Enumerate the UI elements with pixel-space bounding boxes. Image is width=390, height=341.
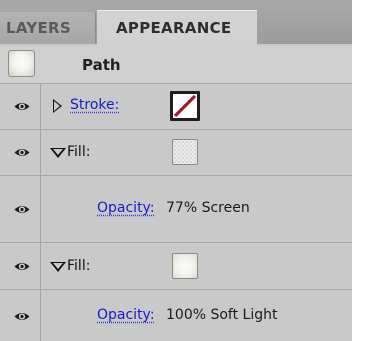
fill-row[interactable]: Fill:: [0, 243, 352, 289]
fill-label: Fill:: [67, 144, 91, 160]
opacity-row[interactable]: Opacity: 100% Soft Light: [0, 290, 352, 341]
stroke-label[interactable]: Stroke:: [70, 97, 119, 113]
eye-icon[interactable]: [14, 204, 30, 215]
opacity-value: 100% Soft Light: [166, 307, 278, 323]
visibility-cell: [0, 130, 41, 175]
eye-icon[interactable]: [14, 101, 30, 112]
eye-icon[interactable]: [14, 147, 30, 158]
object-label: Path: [82, 56, 121, 74]
opacity-row[interactable]: Opacity: 77% Screen: [0, 176, 352, 242]
opacity-value: 77% Screen: [166, 200, 250, 216]
eye-icon[interactable]: [14, 311, 30, 322]
none-slash-icon: [173, 94, 197, 118]
opacity-label[interactable]: Opacity:: [97, 307, 155, 323]
object-row[interactable]: Path: [0, 46, 352, 83]
fill-swatch[interactable]: [172, 139, 198, 165]
tab-layers[interactable]: LAYERS: [0, 12, 96, 44]
tab-appearance[interactable]: APPEARANCE: [97, 10, 257, 46]
visibility-cell: [0, 290, 41, 341]
visibility-cell: [0, 84, 41, 129]
opacity-label[interactable]: Opacity:: [97, 200, 155, 216]
fill-label: Fill:: [67, 258, 91, 274]
fill-swatch[interactable]: [172, 253, 198, 279]
visibility-cell: [0, 243, 41, 289]
eye-icon[interactable]: [14, 261, 30, 272]
fill-row[interactable]: Fill:: [0, 130, 352, 175]
stroke-none-swatch[interactable]: [170, 91, 200, 121]
visibility-cell: [0, 176, 41, 242]
object-thumbnail: [8, 50, 35, 77]
collapse-triangle-icon[interactable]: [50, 262, 66, 272]
stroke-row[interactable]: Stroke:: [0, 84, 352, 129]
collapse-triangle-icon[interactable]: [50, 148, 66, 158]
appearance-panel: LAYERS APPEARANCE Path Stroke: Fill: Opa…: [0, 0, 352, 341]
panel-tab-bar: LAYERS APPEARANCE: [0, 0, 352, 46]
expand-triangle-icon[interactable]: [53, 99, 62, 113]
